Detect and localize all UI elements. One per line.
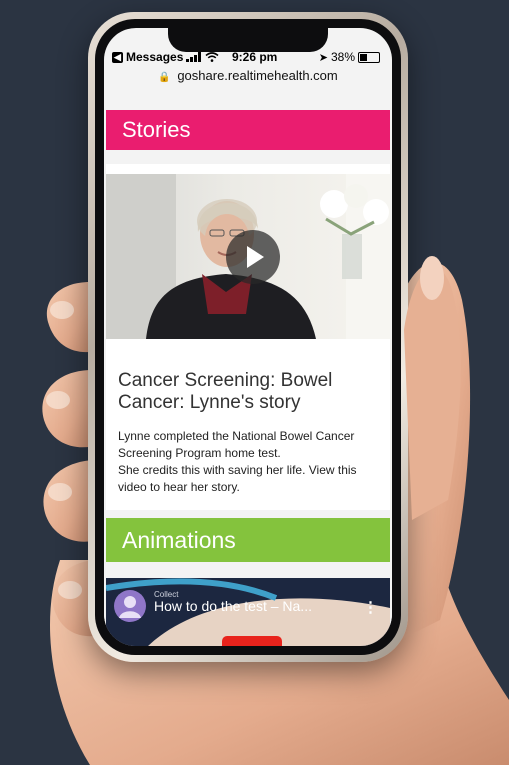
- phone-screen: ◀ Messages 9:26 pm ➤ 38% 🔒 goshare.realt…: [104, 28, 392, 646]
- embedded-video[interactable]: Collect How to do the test – Na... ⋮: [106, 578, 390, 646]
- more-options-icon[interactable]: ⋮: [363, 598, 378, 616]
- smartphone: ◀ Messages 9:26 pm ➤ 38% 🔒 goshare.realt…: [88, 12, 408, 662]
- stories-section-heading: Stories: [106, 110, 390, 150]
- battery-percent: 38%: [330, 50, 355, 64]
- story-description-line-2: She credits this with saving her life. V…: [118, 463, 357, 494]
- status-bar: ◀ Messages 9:26 pm ➤ 38%: [104, 50, 392, 66]
- video-thumbnail[interactable]: [106, 174, 390, 339]
- story-title[interactable]: Cancer Screening: Bowel Cancer: Lynne's …: [118, 370, 380, 414]
- wifi-icon: [205, 52, 219, 62]
- status-right-group: ➤ 38%: [319, 50, 380, 64]
- animations-section-heading: Animations: [106, 518, 390, 562]
- signal-icon: [186, 52, 202, 62]
- play-icon[interactable]: [226, 230, 280, 284]
- story-description-line-1: Lynne completed the National Bowel Cance…: [118, 429, 355, 460]
- location-arrow-icon: ➤: [318, 51, 328, 64]
- back-app-label: Messages: [126, 50, 184, 64]
- story-description: Lynne completed the National Bowel Cance…: [118, 428, 382, 496]
- status-time: 9:26 pm: [232, 50, 278, 64]
- battery-icon: [358, 51, 380, 63]
- status-back-to-app[interactable]: ◀ Messages: [112, 50, 219, 64]
- url-text: goshare.realtimehealth.com: [177, 68, 338, 83]
- channel-avatar-icon[interactable]: [114, 590, 146, 622]
- story-card[interactable]: Cancer Screening: Bowel Cancer: Lynne's …: [106, 164, 390, 510]
- phone-notch: [168, 28, 328, 52]
- lock-icon: 🔒: [158, 72, 171, 83]
- youtube-play-button[interactable]: [222, 636, 282, 646]
- battery-fill: [360, 53, 367, 61]
- url-bar[interactable]: 🔒 goshare.realtimehealth.com: [104, 68, 392, 86]
- back-arrow-icon: ◀: [112, 51, 123, 63]
- page-content: Stories Cancer Screening: Bowel Cancer: …: [104, 92, 392, 646]
- embed-video-title[interactable]: How to do the test – Na...: [154, 598, 354, 614]
